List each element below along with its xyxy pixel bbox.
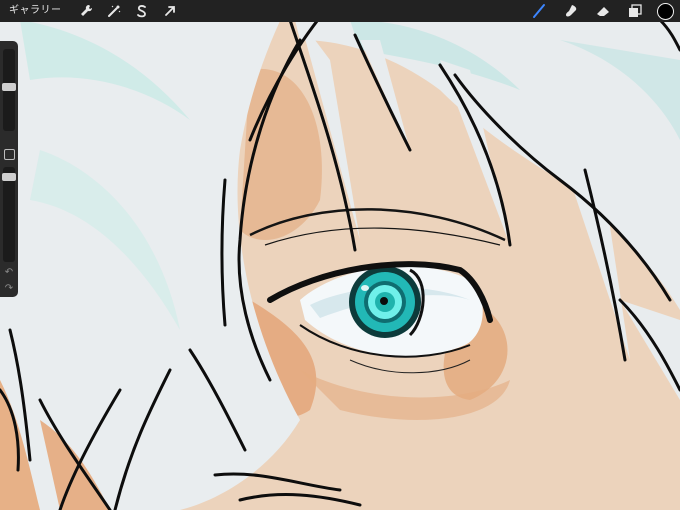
transform-arrow-icon[interactable] [162,3,178,19]
side-toolbar: ↶ ↷ [0,41,18,297]
eraser-icon[interactable] [595,3,611,19]
gallery-button[interactable]: ギャラリー [9,0,62,22]
redo-icon[interactable]: ↷ [3,283,15,295]
modify-button[interactable] [4,149,15,160]
selection-s-icon[interactable] [134,3,150,19]
drawing-canvas[interactable] [0,0,680,510]
brush-icon[interactable] [531,3,547,19]
opacity-slider[interactable] [2,167,16,262]
right-tools [523,0,680,22]
smudge-icon[interactable] [563,3,579,19]
actions-wrench-icon[interactable] [78,3,94,19]
current-color-swatch[interactable] [657,2,674,20]
layers-icon[interactable] [627,3,643,19]
opacity-knob[interactable] [2,173,16,181]
adjustments-wand-icon[interactable] [106,3,122,19]
eye-highlight [361,285,369,291]
undo-icon[interactable]: ↶ [3,267,15,279]
brush-size-slider[interactable] [2,49,16,131]
pupil [380,297,388,305]
top-toolbar: ギャラリー [0,0,680,22]
brush-size-knob[interactable] [2,83,16,91]
